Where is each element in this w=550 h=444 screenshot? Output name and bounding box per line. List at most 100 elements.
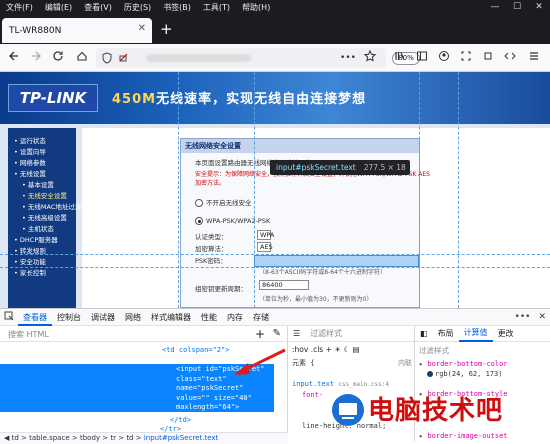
menu-bar: 文件(F) 编辑(E) 查看(V) 历史(S) 书签(B) 工具(T) 帮助(H… — [0, 0, 550, 15]
period-hint: （单位为秒，最小值为30，不更新则为0） — [259, 296, 373, 303]
sidebar-item[interactable]: • 无线MAC地址过滤 — [8, 202, 81, 213]
developer-icon[interactable] — [500, 48, 520, 68]
library-icon[interactable] — [390, 48, 410, 68]
minimize-button[interactable]: — — [484, 0, 506, 15]
dark-theme-icon[interactable]: ☾ — [343, 345, 350, 354]
reload-icon[interactable] — [48, 48, 68, 68]
sidebar-item[interactable]: • 家长控制 — [8, 268, 76, 279]
encryption-select[interactable]: AES — [257, 242, 273, 252]
breadcrumb-tbody[interactable]: tbody — [80, 434, 100, 442]
sidebar-item[interactable]: • 基本设置 — [8, 180, 76, 191]
sidebar-item[interactable]: • 无线高级设置 — [8, 213, 76, 224]
tab-strip: TL-WR880N ✕ + — [0, 15, 550, 44]
tab-inspector[interactable]: 查看器 — [18, 309, 52, 326]
breadcrumb-tr[interactable]: tr — [110, 434, 116, 442]
breadcrumb-td2[interactable]: td — [126, 434, 133, 442]
code-input-line3: name="pskSecret" — [176, 384, 244, 392]
tab-changes[interactable]: 更改 — [493, 328, 519, 339]
radio-no-security[interactable] — [195, 199, 203, 207]
sidebar-item[interactable]: • DHCP服务器 — [8, 235, 76, 246]
menu-tools[interactable]: 工具(T) — [197, 2, 236, 13]
inspector-guide-left — [254, 72, 255, 308]
devtools-close-icon[interactable]: ✕ — [534, 312, 550, 322]
option-no-security-label: 不开启无线安全 — [206, 199, 252, 207]
add-node-icon[interactable]: + — [255, 327, 265, 341]
cls-toggle[interactable]: .cls — [311, 345, 324, 354]
page-info-icon[interactable] — [118, 52, 129, 65]
more-actions-icon[interactable]: ••• — [338, 48, 358, 68]
node-breadcrumb: ◀ td > table.space > tbody > tr > td > i… — [0, 432, 288, 444]
menu-view[interactable]: 查看(V) — [78, 2, 118, 13]
slogan-text: 无线速率，实现无线自由连接梦想 — [156, 92, 367, 107]
sidebar-item[interactable]: • 无线设置 — [8, 169, 76, 180]
menu-edit[interactable]: 编辑(E) — [39, 2, 78, 13]
tab-storage[interactable]: 存储 — [248, 309, 274, 326]
page-body: • 运行状态 • 设置向导 • 网络参数 • 无线设置 • 基本设置 • 无线安全设置 • … — [0, 124, 550, 308]
hov-toggle[interactable]: :hov — [292, 345, 308, 354]
home-icon[interactable] — [72, 48, 92, 68]
sidebar-item[interactable]: • 设置向导 — [8, 147, 76, 158]
menu-history[interactable]: 历史(S) — [118, 2, 157, 13]
tab-style-editor[interactable]: 样式编辑器 — [146, 309, 196, 326]
tab-debugger[interactable]: 调试器 — [86, 309, 120, 326]
maximize-button[interactable]: ☐ — [506, 0, 528, 15]
option-wpa-psk-label: WPA-PSK/WPA2-PSK — [206, 217, 271, 225]
light-theme-icon[interactable]: ☀ — [334, 345, 341, 354]
back-icon[interactable] — [4, 48, 24, 68]
eyedropper-icon[interactable]: ✎ — [273, 328, 281, 339]
menu-help[interactable]: 帮助(H) — [236, 2, 276, 13]
breadcrumb-table[interactable]: table.space — [29, 434, 70, 442]
breadcrumb-td[interactable]: td — [12, 434, 19, 442]
color-swatch[interactable] — [427, 371, 433, 377]
breadcrumb-input[interactable]: input#pskSecret.text — [144, 434, 218, 442]
tab-memory[interactable]: 内存 — [222, 309, 248, 326]
tab-console[interactable]: 控制台 — [52, 309, 86, 326]
rules-filter-input[interactable]: 过滤样式 — [305, 328, 347, 339]
sidebar-item[interactable]: • 转发规则 — [8, 246, 76, 257]
shield-icon[interactable] — [102, 52, 112, 66]
web-page: TP-LINK 450M无线速率，实现无线自由连接梦想 • 运行状态 • 设置向导… — [0, 72, 550, 308]
screenshot-icon[interactable] — [456, 48, 476, 68]
tab-close-icon[interactable]: ✕ — [138, 23, 146, 34]
breadcrumb-arrow-icon[interactable]: ◀ — [4, 434, 12, 442]
menu-hamburger-icon[interactable] — [524, 48, 544, 68]
psk-password-label: PSK密码： — [195, 257, 227, 265]
new-tab-button[interactable]: + — [160, 20, 173, 38]
sidebar-item[interactable]: • 无线安全设置 — [8, 191, 76, 202]
group-key-period-input[interactable]: 86400 — [259, 280, 309, 290]
devtools-tabs: 查看器 控制台 调试器 网络 样式编辑器 性能 内存 存储 ••• ✕ — [0, 309, 550, 326]
element-picker-icon[interactable] — [0, 311, 18, 324]
tab-computed[interactable]: 计算值 — [458, 326, 493, 342]
sidebar-toggle-icon[interactable] — [412, 48, 432, 68]
close-window-button[interactable]: ✕ — [528, 0, 550, 15]
sidebar-item[interactable]: • 网络参数 — [8, 158, 76, 169]
account-icon[interactable] — [434, 48, 454, 68]
tab-layout[interactable]: 布局 — [433, 328, 459, 339]
tab-performance[interactable]: 性能 — [196, 309, 222, 326]
layout-toggle-icon[interactable]: ◧ — [415, 329, 433, 338]
tab-network[interactable]: 网络 — [120, 309, 146, 326]
red-arrow-annotation — [234, 348, 286, 375]
print-icon[interactable]: ▤ — [353, 345, 360, 354]
bookmark-star-icon[interactable] — [360, 48, 380, 68]
rules-filter-bar: ☰ 过滤样式 — [288, 326, 414, 342]
psk-password-input-highlight[interactable] — [254, 255, 419, 267]
extensions-icon[interactable] — [478, 48, 498, 68]
html-search-input[interactable]: 搜索 HTML — [0, 326, 288, 342]
menu-bookmarks[interactable]: 书签(B) — [157, 2, 197, 13]
devtools-options-icon[interactable]: ••• — [511, 312, 535, 322]
option-no-security[interactable]: 不开启无线安全 — [195, 197, 252, 207]
layout-tabs: ◧ 布局 计算值 更改 — [415, 326, 550, 342]
forward-icon[interactable] — [26, 48, 46, 68]
auth-type-select[interactable]: WPA — [257, 230, 274, 240]
option-wpa-psk[interactable]: WPA-PSK/WPA2-PSK — [195, 217, 270, 225]
add-rule-icon[interactable]: + — [326, 345, 332, 354]
computed-filter-input[interactable]: 过滤样式 — [419, 345, 449, 356]
menu-file[interactable]: 文件(F) — [0, 2, 39, 13]
computed-prop-1[interactable]: ▸ border-bottom-color — [419, 360, 549, 370]
radio-wpa-psk[interactable] — [195, 217, 203, 225]
redacted-url — [146, 54, 251, 62]
browser-tab[interactable]: TL-WR880N ✕ — [2, 18, 152, 43]
sidebar-item[interactable]: • 运行状态 — [8, 136, 76, 147]
sidebar-item[interactable]: • 主机状态 — [8, 224, 76, 235]
